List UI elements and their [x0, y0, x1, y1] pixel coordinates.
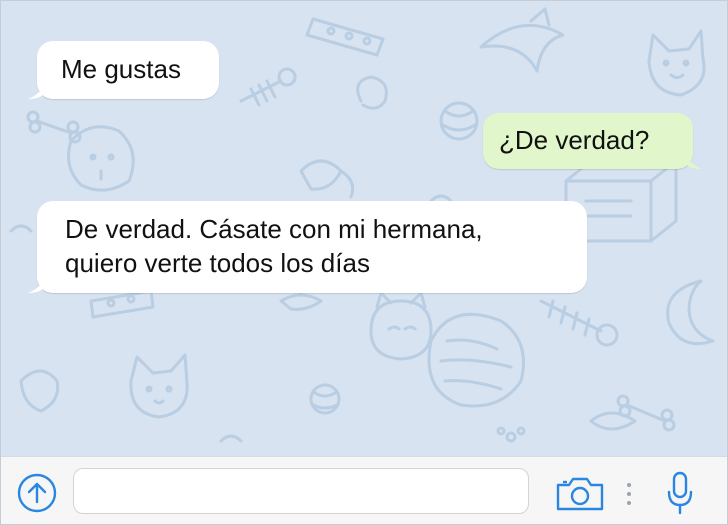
bubble-tail	[684, 147, 702, 169]
message-input-bar	[1, 456, 727, 524]
bubble-tail	[28, 77, 46, 99]
incoming-message: De verdad. Cásate con mi hermana, quiero…	[28, 201, 587, 293]
vertical-dots-icon[interactable]	[625, 480, 633, 508]
message-list[interactable]: Me gustas ¿De verdad? De verdad. Cásate …	[1, 1, 727, 456]
message-text: Me gustas	[61, 54, 181, 84]
message-text: ¿De verdad?	[499, 125, 650, 155]
message-text-line-1: De verdad. Cásate con mi hermana,	[65, 214, 483, 244]
microphone-icon[interactable]	[665, 470, 695, 516]
arrow-up-circle-icon[interactable]	[17, 473, 57, 513]
message-input[interactable]	[73, 468, 529, 514]
camera-icon[interactable]	[555, 476, 605, 512]
outgoing-message: ¿De verdad?	[483, 113, 702, 169]
message-text-line-2: quiero verte todos los días	[65, 248, 370, 278]
bubble-tail	[28, 271, 46, 293]
incoming-message: Me gustas	[28, 41, 219, 99]
chat-screen: Me gustas ¿De verdad? De verdad. Cásate …	[0, 0, 728, 525]
